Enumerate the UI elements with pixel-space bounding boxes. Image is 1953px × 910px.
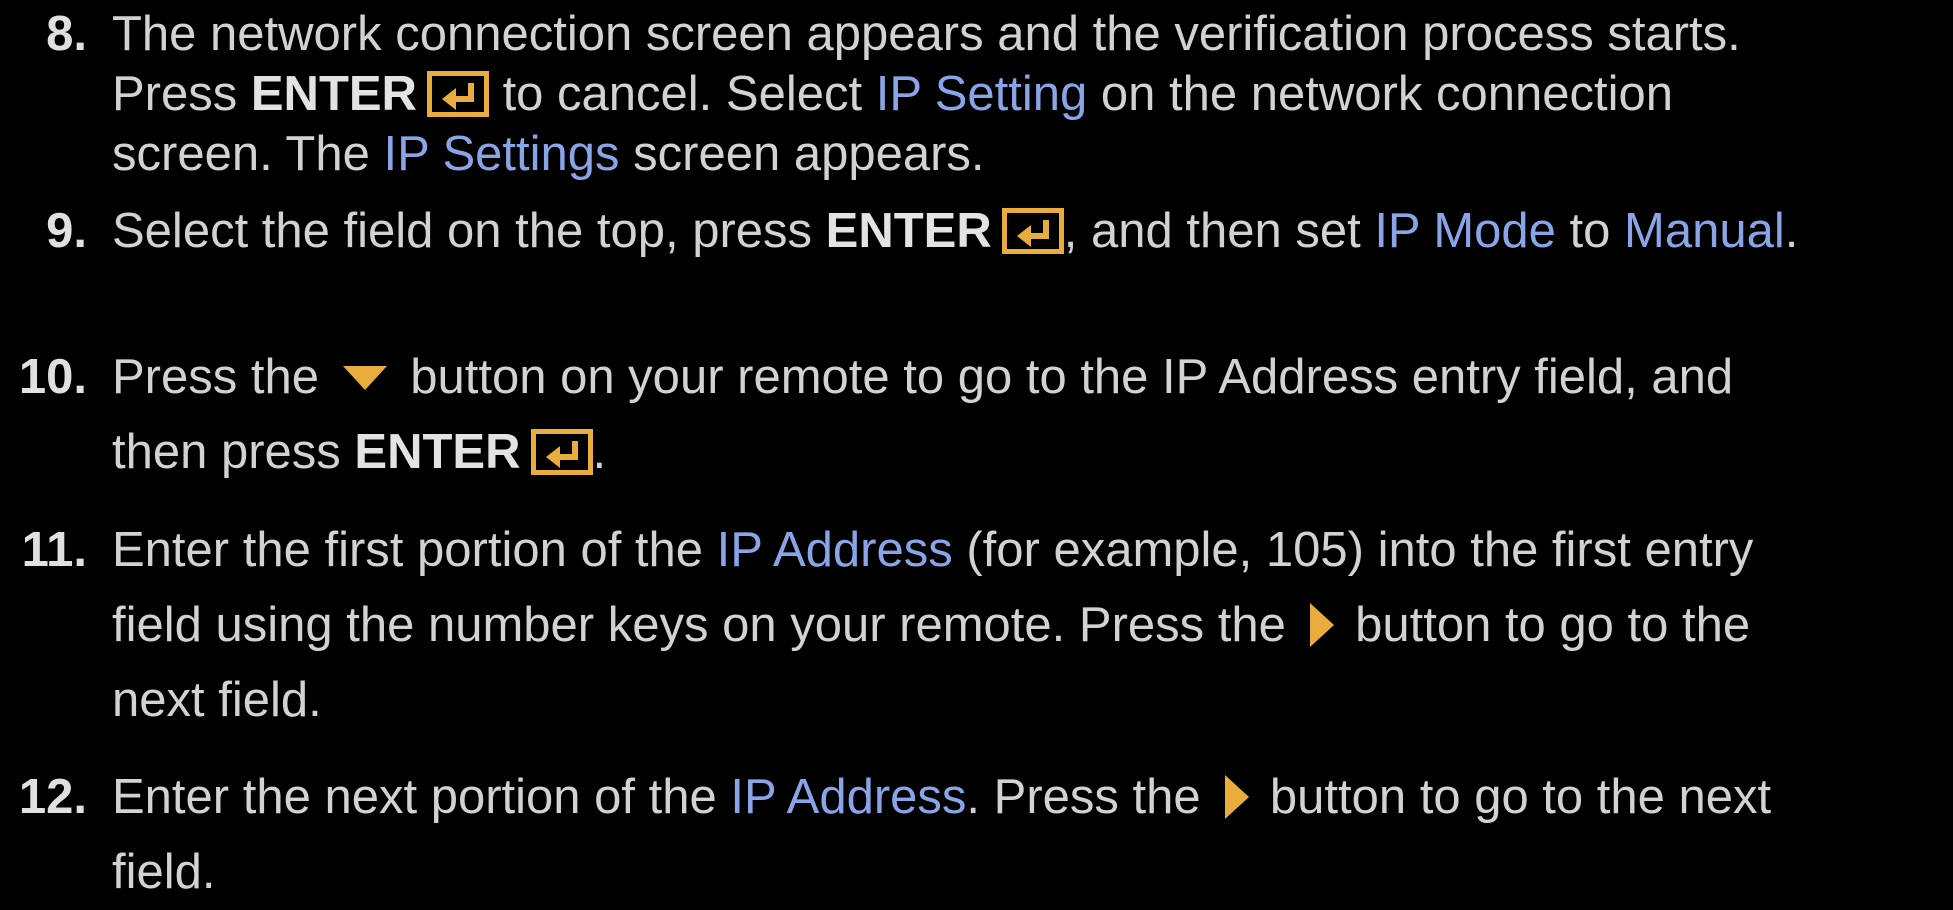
enter-icon — [426, 71, 489, 118]
step-text-line: then press ENTER. — [112, 425, 607, 479]
step-number: 10. — [18, 350, 87, 404]
step-text-line: Press the button on your remote to go to… — [112, 350, 1734, 404]
step-text-line: next field. — [112, 673, 322, 727]
term-ip-settings: IP Settings — [383, 127, 620, 181]
enter-key-label: ENTER — [825, 204, 992, 258]
term-ip-address: IP Address — [730, 770, 967, 824]
term-ip-address: IP Address — [716, 523, 953, 577]
down-arrow-icon — [342, 366, 387, 391]
step-text-line: Enter the first portion of the IP Addres… — [112, 523, 1754, 577]
enter-icon — [1001, 208, 1064, 255]
step-text-line: screen. The IP Settings screen appears. — [112, 127, 985, 181]
step-number: 9. — [46, 204, 87, 258]
enter-icon — [530, 429, 593, 476]
term-manual: Manual — [1624, 204, 1785, 258]
step-text-line: Select the field on the top, press ENTER… — [112, 204, 1799, 258]
step-text-line: Enter the next portion of the IP Address… — [112, 770, 1772, 824]
step-text-line: field using the number keys on your remo… — [112, 598, 1751, 652]
enter-key-label: ENTER — [250, 67, 417, 121]
step-number: 11. — [21, 523, 87, 577]
right-arrow-icon — [1310, 603, 1335, 648]
term-ip-setting: IP Setting — [875, 67, 1088, 121]
right-arrow-icon — [1225, 775, 1250, 820]
step-text-line: field. — [112, 845, 216, 899]
step-number: 12. — [18, 770, 87, 824]
term-ip-mode: IP Mode — [1374, 204, 1556, 258]
enter-key-label: ENTER — [354, 425, 521, 479]
step-number: 8. — [46, 7, 87, 61]
